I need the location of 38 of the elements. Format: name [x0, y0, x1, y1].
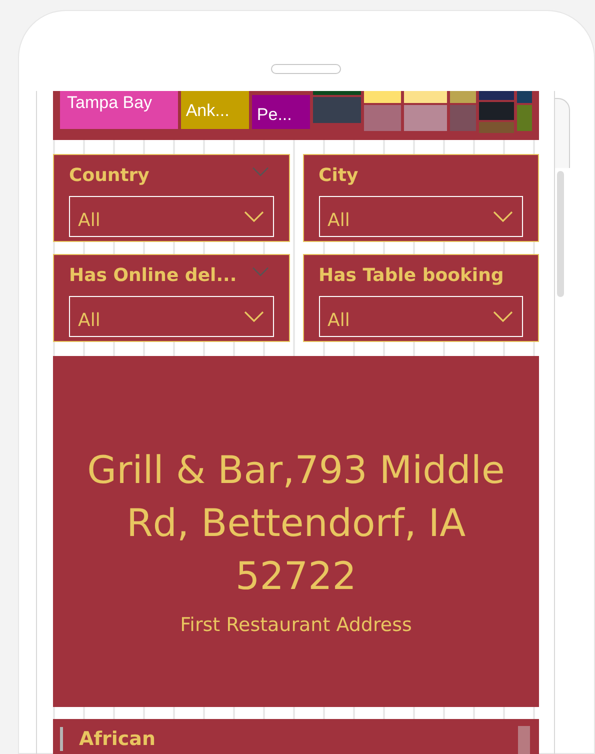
slicer-title: Has Online del...	[69, 264, 238, 288]
treemap-tile[interactable]	[404, 91, 447, 103]
treemap-tile[interactable]	[516, 91, 532, 103]
treemap-tile[interactable]	[312, 97, 361, 123]
treemap-tile[interactable]	[479, 122, 514, 133]
treemap-tile[interactable]	[364, 91, 402, 103]
tile-label: Ank...	[184, 100, 230, 119]
slicer-title: City	[318, 164, 360, 188]
chevron-down-icon	[244, 210, 264, 222]
slicer-title: Country	[69, 164, 150, 188]
treemap-tile[interactable]	[516, 105, 532, 131]
treemap-tile[interactable]	[404, 105, 447, 131]
treemap-tile[interactable]	[450, 105, 476, 131]
tile-label: Tampa Bay	[66, 92, 154, 111]
treemap-tile[interactable]	[364, 105, 402, 131]
tile-label: Pe...	[256, 104, 293, 123]
card-label: First Restaurant Address	[180, 612, 412, 638]
dropdown[interactable]: All	[69, 296, 274, 337]
card-value: Grill & Bar,793 Middle Rd, Bettendorf, IA 52722	[86, 446, 506, 600]
chevron-down-icon	[244, 310, 264, 322]
scrollbar-thumb[interactable]	[518, 726, 530, 754]
treemap-tile[interactable]: Pe...	[252, 95, 310, 129]
treemap-tile[interactable]	[479, 102, 514, 120]
chevron-down-icon	[493, 210, 513, 222]
dropdown[interactable]: All	[69, 196, 274, 237]
slicer-title: Has Table booking	[318, 264, 505, 288]
treemap-tile[interactable]	[312, 91, 361, 95]
treemap-tile[interactable]	[479, 91, 514, 100]
scrollbar-thumb[interactable]	[557, 171, 564, 297]
treemap-tile[interactable]: Ank...	[180, 91, 249, 129]
treemap-tile[interactable]	[450, 91, 476, 103]
dropdown[interactable]: All	[318, 196, 523, 237]
treemap-tile[interactable]: Tampa Bay	[60, 91, 178, 129]
list-item[interactable]: African	[79, 724, 156, 754]
chevron-down-icon	[493, 310, 513, 322]
dropdown[interactable]: All	[318, 296, 523, 337]
item-marker	[60, 727, 63, 751]
speaker-slot	[271, 64, 341, 74]
